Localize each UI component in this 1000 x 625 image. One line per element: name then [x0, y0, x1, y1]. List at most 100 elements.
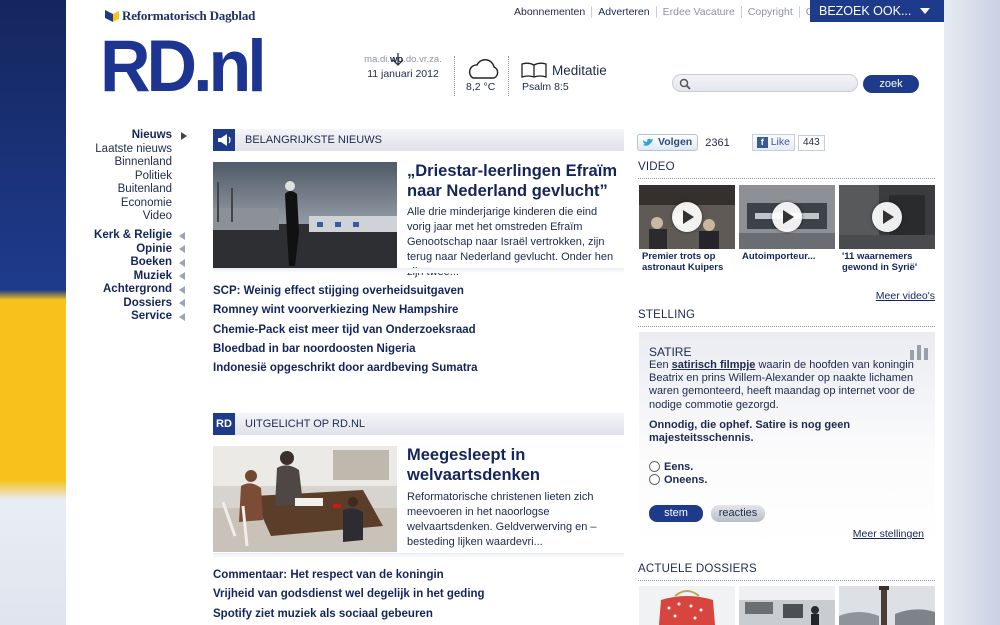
section-header-news: BELANGRIJKSTE NIEUWS — [213, 129, 624, 151]
caret-left-icon — [179, 299, 185, 307]
caret-left-icon — [179, 259, 185, 267]
bezoek-label: BEZOEK OOK... — [819, 4, 912, 18]
headline-link[interactable]: Romney wint voorverkiezing New Hampshire — [213, 301, 624, 320]
radio-button[interactable] — [649, 474, 660, 485]
left-brand-stripe — [0, 0, 66, 625]
link-copyright[interactable]: Copyright — [740, 6, 799, 18]
weekday-current: wo — [390, 54, 404, 65]
megaphone-icon — [213, 129, 235, 151]
video-item[interactable]: Premier trots op astronaut Kuipers — [639, 185, 735, 279]
search-input[interactable] — [672, 74, 858, 92]
poll-option-label: Eens. — [664, 461, 694, 473]
poll-heading: STELLING — [638, 309, 696, 321]
dossier-thumbnail[interactable] — [839, 586, 935, 625]
nav-item-muziek[interactable]: Muziek — [66, 270, 172, 284]
poll-option-oneens[interactable]: Oneens. — [649, 474, 707, 487]
twitter-label: Volgen — [658, 136, 693, 148]
video-item[interactable]: Autoimporteur... — [739, 185, 835, 279]
headline-link[interactable]: Indonesië opgeschrikt door aardbeving Su… — [213, 359, 624, 378]
nav-item-binnenland[interactable]: Binnenland — [66, 156, 172, 170]
video-thumbnail — [639, 185, 735, 249]
bezoek-ook-dropdown[interactable]: BEZOEK OOK... — [810, 0, 944, 22]
headline-link[interactable]: Commentaar: Het respect van de koningin — [213, 566, 624, 585]
nav-item-economie[interactable]: Economie — [66, 197, 172, 211]
page: Reformatorisch Dagblad RD.nl Abonnemente… — [66, 0, 944, 625]
section-title-highlight: UITGELICHT OP RD.NL — [245, 418, 366, 430]
headline-link[interactable]: Spotify ziet muziek als sociaal gebeuren — [213, 605, 624, 624]
headline-link[interactable]: SCP: Weinig effect stijging overheidsuit… — [213, 282, 624, 301]
nav-item-laatste-nieuws[interactable]: Laatste nieuws — [66, 143, 172, 157]
nav-item-nieuws[interactable]: Nieuws — [66, 129, 172, 143]
video-thumbnail — [739, 185, 835, 249]
nav-secondary: Kerk & Religie Opinie Boeken Muziek Acht… — [66, 229, 172, 324]
reactions-button[interactable]: reacties — [711, 505, 765, 522]
divider — [454, 56, 455, 96]
weekdays: ma.di.wo.do.vr.za. — [354, 54, 452, 65]
headline-link[interactable]: Chemie-Pack eist meer tijd van Onderzoek… — [213, 321, 624, 340]
nav-item-achtergrond[interactable]: Achtergrond — [66, 283, 172, 297]
headline-link[interactable]: Bloedbad in bar noordoosten Nigeria — [213, 340, 624, 359]
feature-title-highlight[interactable]: Meegesleept in welvaartsdenken — [407, 445, 617, 485]
facebook-like-button[interactable]: f Like — [751, 134, 795, 151]
video-thumbnail — [839, 185, 935, 249]
caret-left-icon — [179, 286, 185, 294]
meditation-ref[interactable]: Psalm 8:5 — [522, 81, 569, 93]
nav-primary: Nieuws Laatste nieuws Binnenland Politie… — [66, 129, 172, 224]
poll-video-link[interactable]: satirisch filmpje — [672, 359, 756, 371]
link-adverteren[interactable]: Adverteren — [591, 6, 655, 18]
nav-item-politiek[interactable]: Politiek — [66, 170, 172, 184]
nav-item-dossiers[interactable]: Dossiers — [66, 297, 172, 311]
divider — [213, 553, 624, 558]
radio-button[interactable] — [649, 461, 660, 472]
play-icon — [772, 202, 802, 232]
nav-item-buitenland[interactable]: Buitenland — [66, 183, 172, 197]
poll-option-eens[interactable]: Eens. — [649, 461, 693, 474]
logo-mark-icon — [105, 10, 119, 22]
dossiers-heading: ACTUELE DOSSIERS — [638, 563, 757, 575]
divider — [638, 580, 935, 581]
facebook-icon: f — [756, 137, 768, 148]
headline-list-news: SCP: Weinig effect stijging overheidsuit… — [213, 282, 624, 378]
brand-name: Reformatorisch Dagblad — [122, 8, 256, 23]
dossier-thumbnail[interactable] — [739, 586, 835, 625]
video-caption: '11 waarnemers gewond in Syrië' — [842, 251, 918, 273]
more-videos-link[interactable]: Meer video's — [876, 290, 935, 302]
divider — [638, 326, 935, 327]
more-polls-link[interactable]: Meer stellingen — [853, 528, 924, 540]
site-logo[interactable]: RD.nl — [100, 26, 267, 106]
nav-item-boeken[interactable]: Boeken — [66, 256, 172, 270]
video-item[interactable]: '11 waarnemers gewond in Syrië' — [839, 185, 935, 279]
link-erdee-vacature[interactable]: Erdee Vacature — [655, 6, 741, 18]
temperature: 8,2 °C — [466, 81, 496, 93]
vote-button[interactable]: stem — [649, 505, 703, 522]
top-links: Abonnementen Adverteren Erdee Vacature C… — [508, 4, 848, 20]
date-box: ma.di.wo.do.vr.za. 11 januari 2012 — [354, 54, 452, 80]
feature-text-highlight: Reformatorische christenen lieten zich m… — [407, 491, 597, 548]
nav-item-service[interactable]: Service — [66, 310, 172, 324]
feature-photo-news[interactable] — [213, 162, 397, 268]
meditation-link[interactable]: Meditatie — [552, 63, 607, 78]
headline-link[interactable]: Vrijheid van godsdienst wel degelijk in … — [213, 585, 624, 604]
twitter-bird-icon — [643, 138, 653, 146]
video-caption: Autoimporteur... — [742, 251, 816, 262]
dossier-thumbnail[interactable] — [639, 586, 735, 625]
nav-item-video[interactable]: Video — [66, 210, 172, 224]
link-abonnementen[interactable]: Abonnementen — [508, 6, 591, 18]
video-heading: VIDEO — [638, 161, 675, 173]
poll-title: SATIRE — [649, 345, 692, 359]
play-icon — [672, 202, 702, 232]
rd-badge: RD — [213, 413, 235, 435]
poll-option-label: Oneens. — [664, 474, 708, 486]
search-button[interactable]: zoek — [863, 75, 919, 93]
nav-item-opinie[interactable]: Opinie — [66, 243, 172, 257]
poll-description: Een satirisch filmpje waarin de hoofden … — [649, 359, 931, 412]
current-date: 11 januari 2012 — [367, 68, 439, 80]
divider — [213, 268, 624, 273]
caret-left-icon — [179, 245, 185, 253]
feature-title-news[interactable]: „Driestar-leerlingen Efraïm naar Nederla… — [407, 161, 617, 201]
nav-item-kerk-religie[interactable]: Kerk & Religie — [66, 229, 172, 243]
twitter-follow-button[interactable]: Volgen — [637, 134, 699, 151]
right-background — [942, 0, 1000, 625]
feature-photo-highlight[interactable] — [213, 446, 397, 552]
chevron-down-icon — [920, 8, 930, 14]
